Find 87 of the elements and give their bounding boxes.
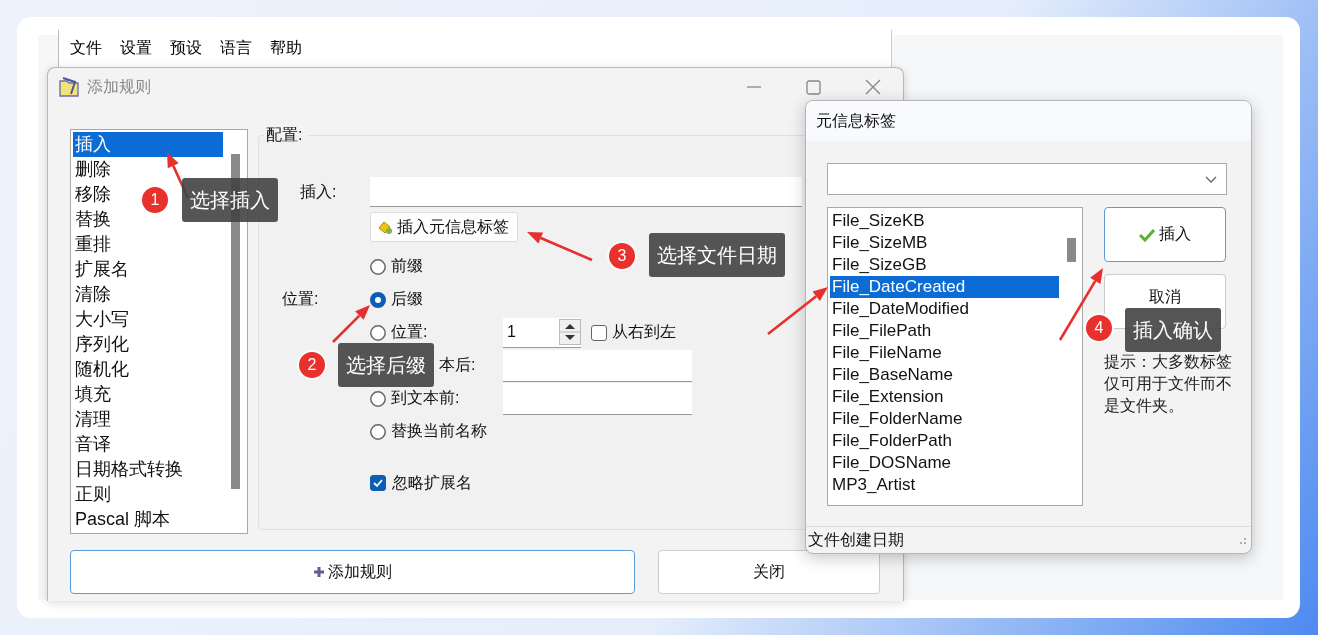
list-item[interactable]: 删除 xyxy=(73,157,111,182)
list-item[interactable]: 日期格式转换 xyxy=(73,457,183,482)
radio-button[interactable] xyxy=(370,390,386,407)
resize-grip-icon[interactable] xyxy=(1237,535,1247,545)
spin-arrows-icon[interactable] xyxy=(559,319,581,345)
input-field[interactable] xyxy=(503,349,692,382)
list-item[interactable]: 音译 xyxy=(73,432,111,457)
list-item[interactable]: File_DateCreated xyxy=(830,276,1059,298)
list-item[interactable]: 清理 xyxy=(73,407,111,432)
list-item[interactable]: 扩展名 xyxy=(73,257,129,282)
step-badge: 4 xyxy=(1086,315,1112,341)
callout-label: 插入确认 xyxy=(1125,308,1221,352)
step-badge: 2 xyxy=(299,352,325,378)
menu-item[interactable]: 文件 xyxy=(70,37,102,59)
maximize-icon[interactable] xyxy=(806,79,821,95)
step-badge: 3 xyxy=(609,243,635,269)
check-icon xyxy=(1139,227,1155,242)
chevron-down-icon xyxy=(1204,174,1218,184)
list-item[interactable]: File_SizeGB xyxy=(830,254,1059,276)
list-item[interactable]: 大小写 xyxy=(73,307,129,332)
window-title: 添加规则 xyxy=(87,76,151,97)
radio-label: 替换当前名称 xyxy=(391,421,487,441)
callout-label: 选择插入 xyxy=(182,178,278,222)
callout-label: 选择后缀 xyxy=(338,343,434,387)
radio-button[interactable] xyxy=(370,423,386,440)
list-item[interactable]: Pascal 脚本 xyxy=(73,507,171,532)
status-text: 文件创建日期 xyxy=(808,529,904,550)
arrow xyxy=(767,287,828,336)
checkbox-label: 从右到左 xyxy=(612,322,676,342)
radio-button[interactable] xyxy=(370,258,386,275)
callout-label: 选择文件日期 xyxy=(649,233,785,277)
list-item[interactable]: 替换 xyxy=(73,207,111,232)
field-label: 位置: xyxy=(282,289,320,309)
hint-text: 提示：大多数标签仅可用于文件而不是文件夹。 xyxy=(1104,352,1233,416)
list-item[interactable]: File_DOSName xyxy=(830,452,1059,474)
radio-label: 到文本前: xyxy=(391,388,460,408)
step-badge: 1 xyxy=(142,187,168,213)
list-item[interactable]: 插入 xyxy=(73,132,223,157)
list-item[interactable]: 序列化 xyxy=(73,332,129,357)
arrow xyxy=(332,305,370,343)
input-field[interactable] xyxy=(370,177,802,207)
list-item[interactable]: 正则 xyxy=(73,482,111,507)
insert-tag-button[interactable]: 插入元信息标签 xyxy=(370,212,518,242)
checkbox[interactable] xyxy=(370,475,386,491)
close-button[interactable]: 关闭 xyxy=(658,550,880,594)
radio-button[interactable] xyxy=(370,291,386,308)
list-item[interactable]: File_FileName xyxy=(830,342,1059,364)
list-item[interactable]: 重排 xyxy=(73,232,111,257)
list-item[interactable]: File_SizeKB xyxy=(830,210,1059,232)
spin-field[interactable]: 1 xyxy=(503,317,581,348)
tag-dropdown[interactable] xyxy=(827,163,1227,195)
menu-item[interactable]: 帮助 xyxy=(270,37,302,59)
list-item[interactable]: MP3_Artist xyxy=(830,474,1059,496)
radio-label: 本后: xyxy=(439,355,476,375)
scrollbar-thumb[interactable] xyxy=(1067,238,1076,262)
radio-label: 位置: xyxy=(391,322,428,342)
checkbox[interactable] xyxy=(591,324,607,341)
list-item[interactable]: 清除 xyxy=(73,282,111,307)
close-icon[interactable] xyxy=(865,79,881,95)
radio-label: 前缀 xyxy=(391,256,423,276)
menu-item[interactable]: 语言 xyxy=(220,37,252,59)
radio-label: 后缀 xyxy=(391,289,423,309)
tag-icon xyxy=(377,219,393,235)
plus-icon xyxy=(313,567,324,577)
list-item[interactable]: File_BaseName xyxy=(830,364,1059,386)
menu-item[interactable]: 预设 xyxy=(170,37,202,59)
folder-icon xyxy=(57,75,81,99)
group-label: 配置: xyxy=(265,125,304,145)
list-item[interactable]: File_DateModified xyxy=(830,298,1059,320)
radio-button[interactable] xyxy=(370,324,386,341)
add-rule-button[interactable]: 添加规则 xyxy=(70,550,635,594)
list-item[interactable]: 移除 xyxy=(73,182,111,207)
field-label: 插入: xyxy=(300,182,337,200)
insert-button[interactable]: 插入 xyxy=(1104,207,1226,262)
input-field[interactable] xyxy=(503,382,692,415)
tag-list[interactable]: File_SizeKB File_SizeMB File_SizeGB File_DateCreated File_DateModified File_FilePath File_FileName File_BaseName File_Extension File_FolderName File_FolderPath File_DOSName MP3_Artist xyxy=(827,207,1083,506)
menu-item[interactable]: 设置 xyxy=(120,37,152,59)
list-item[interactable]: File_FolderPath xyxy=(830,430,1059,452)
list-item[interactable]: 随机化 xyxy=(73,357,129,382)
checkbox-label: 忽略扩展名 xyxy=(392,472,472,493)
list-item[interactable]: File_FilePath xyxy=(830,320,1059,342)
window-title: 元信息标签 xyxy=(816,110,896,131)
list-item[interactable]: File_Extension xyxy=(830,386,1059,408)
list-item[interactable]: 填充 xyxy=(73,382,111,407)
list-item[interactable]: File_SizeMB xyxy=(830,232,1059,254)
list-item[interactable]: File_FolderName xyxy=(830,408,1059,430)
arrow xyxy=(527,232,593,262)
